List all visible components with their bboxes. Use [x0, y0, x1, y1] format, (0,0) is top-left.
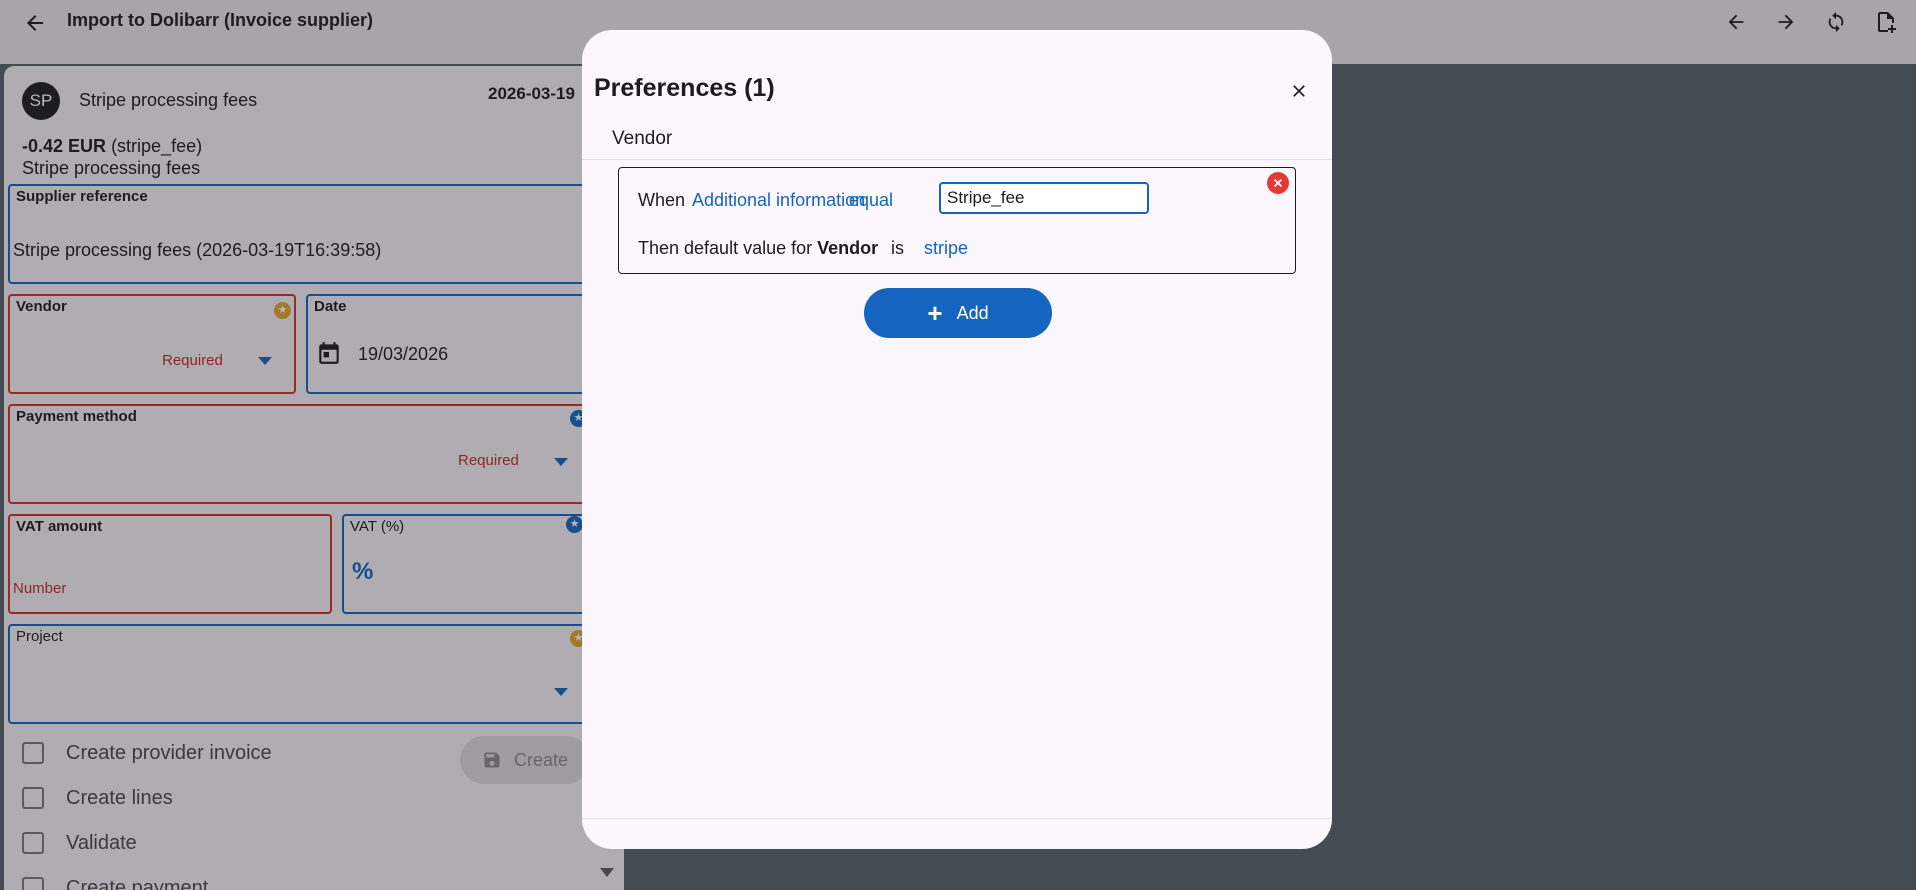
rule-field-link[interactable]: Additional information [692, 190, 865, 211]
rule-then-prefix: Then default value for [638, 238, 813, 258]
dialog-title: Preferences (1) [594, 74, 775, 102]
add-rule-label: Add [956, 302, 989, 323]
rule-then-field: Vendor [817, 238, 879, 258]
add-rule-button[interactable]: + Add [864, 288, 1052, 338]
close-icon[interactable] [1282, 74, 1316, 108]
divider [582, 818, 1332, 819]
rule-is-label: is [891, 238, 904, 258]
plus-icon: + [927, 298, 943, 328]
rule-value-input[interactable] [939, 182, 1149, 214]
rule-when-label: When [638, 190, 686, 210]
preference-rule: When Additional information equal Then d… [618, 167, 1296, 274]
preferences-dialog: Preferences (1) Vendor When Additional i… [582, 30, 1332, 849]
divider [582, 159, 1332, 160]
remove-rule-icon[interactable] [1267, 172, 1289, 194]
rule-operator-link[interactable]: equal [849, 190, 893, 211]
rule-result-link[interactable]: stripe [924, 238, 968, 259]
preference-section-title: Vendor [612, 128, 673, 149]
rule-then-text: Then default value for Vendor [638, 238, 878, 259]
